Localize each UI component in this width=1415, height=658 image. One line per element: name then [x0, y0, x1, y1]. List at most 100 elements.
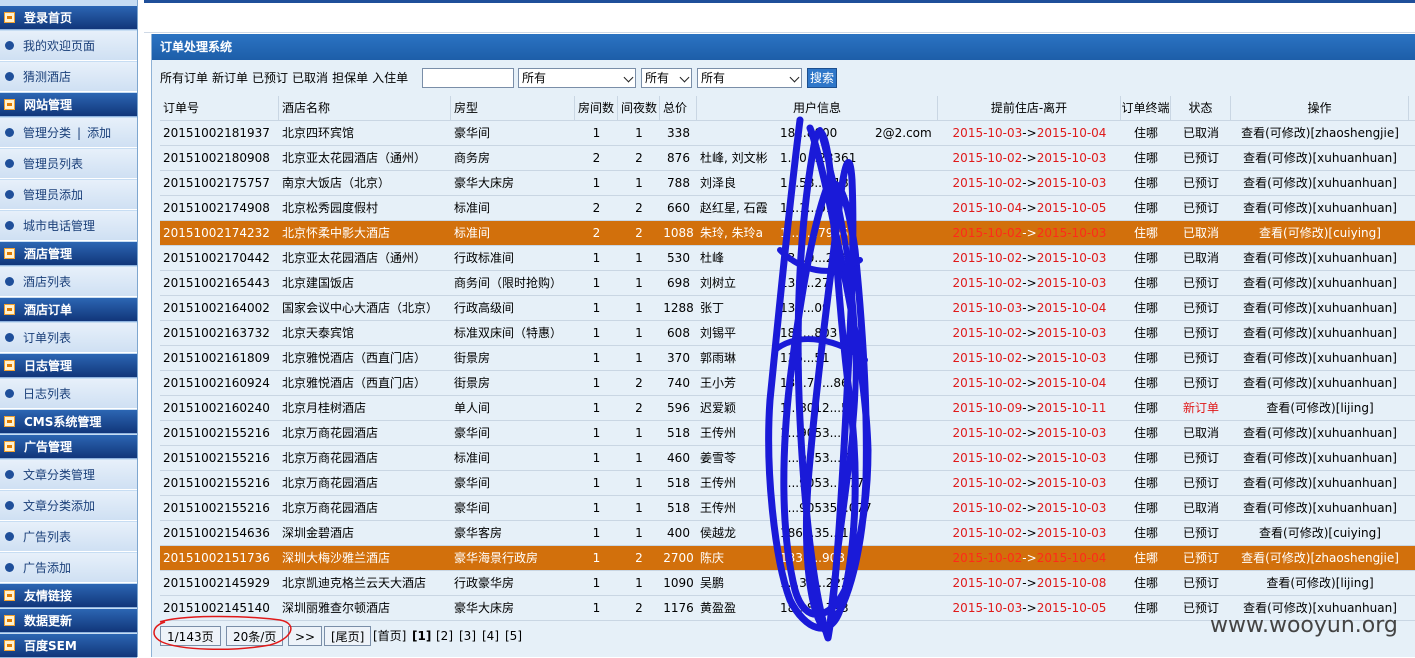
cell-phone: 1...38...222	[780, 576, 849, 590]
sidebar-item-9[interactable]: 酒店列表	[0, 267, 137, 297]
sidebar-header-3[interactable]: 网站管理	[0, 93, 137, 117]
table-row[interactable]: 20151002155216 北京万商花园酒店 豪华间 1 1 518 王传州 1...905…	[160, 496, 1415, 521]
page-link-1[interactable]: [1]	[412, 626, 431, 646]
sidebar-header-15[interactable]: 广告管理	[0, 435, 137, 459]
sidebar-item-13[interactable]: 日志列表	[0, 379, 137, 409]
table-row[interactable]: 20151002163732 北京天泰宾馆 标准双床间（特惠） 1 1 608 刘锡平 182…	[160, 321, 1415, 346]
next-page-button[interactable]: >>	[288, 626, 323, 646]
cell-id: 20151002181937	[163, 126, 270, 140]
table-row[interactable]: 20151002174908 北京松秀园度假村 标准间 2 2 660 赵红星, 石霞 1..…	[160, 196, 1415, 221]
order-search-input[interactable]	[422, 68, 514, 88]
filter-link-5[interactable]: 入住单	[372, 71, 408, 85]
table-row[interactable]: 20151002155216 北京万商花园酒店 豪华间 1 1 518 王传州 1...905…	[160, 421, 1415, 446]
table-row[interactable]: 20151002181937 北京四环宾馆 豪华间 1 1 338 18...8000 2@2…	[160, 121, 1415, 146]
page-link-5[interactable]: [5]	[505, 626, 522, 646]
filter-select-1[interactable]: 所有	[518, 68, 636, 88]
sidebar-header-8[interactable]: 酒店管理	[0, 242, 137, 266]
cell-id: 20151002145140	[163, 601, 270, 615]
sidebar-item-16[interactable]: 文章分类管理	[0, 460, 137, 490]
cell-room: 街景房	[454, 376, 491, 390]
page-link-3[interactable]: [3]	[459, 626, 476, 646]
table-row[interactable]: 20151002154636 深圳金碧酒店 豪华客房 1 1 400 侯越龙 186...35…	[160, 521, 1415, 546]
view-edit-link[interactable]: 查看(可修改)[xuhuanhuan]	[1231, 421, 1409, 446]
arrow-separator: ->	[1022, 501, 1037, 515]
table-row[interactable]: 20151002155216 北京万商花园酒店 豪华间 1 1 518 王传州 1...905…	[160, 471, 1415, 496]
view-edit-link[interactable]: 查看(可修改)[cuiying]	[1231, 521, 1409, 546]
search-button[interactable]: 搜索	[807, 68, 837, 88]
filter-link-1[interactable]: 新订单	[212, 71, 248, 85]
cell-name	[697, 121, 777, 146]
view-edit-link[interactable]: 查看(可修改)[xuhuanhuan]	[1231, 196, 1409, 221]
sidebar-header-22[interactable]: 百度SEM	[0, 634, 137, 658]
start-date: 2015-10-03	[952, 301, 1023, 315]
filter-link-3[interactable]: 已取消	[292, 71, 328, 85]
sidebar-item-19[interactable]: 广告添加	[0, 553, 137, 583]
sidebar-header-12[interactable]: 日志管理	[0, 354, 137, 378]
table-row[interactable]: 20151002170442 北京亚太花园酒店（通州） 行政标准间 1 1 530 杜峰 13…	[160, 246, 1415, 271]
cell-email	[872, 546, 938, 571]
column-header: 总价	[660, 96, 697, 121]
view-edit-link[interactable]: 查看(可修改)[lijing]	[1231, 571, 1409, 596]
sidebar-header-20[interactable]: 友情链接	[0, 584, 137, 608]
filter-link-2[interactable]: 已预订	[252, 71, 288, 85]
bullet-icon	[5, 221, 14, 230]
order-panel: 订单处理系统 所有订单 新订单 已预订 已取消 担保单 入住单 所有 所有 所有 搜索 订…	[151, 34, 1415, 657]
cell-hotel: 北京雅悦酒店（西直门店）	[282, 351, 427, 365]
cell-status: 已预订	[1182, 301, 1219, 315]
view-edit-link[interactable]: 查看(可修改)[xuhuanhuan]	[1231, 271, 1409, 296]
last-page-button[interactable]: [尾页]	[324, 626, 372, 646]
view-edit-link[interactable]: 查看(可修改)[lijing]	[1231, 396, 1409, 421]
cell-id: 20151002163732	[163, 326, 270, 340]
table-row[interactable]: 20151002174232 北京怀柔中影大酒店 标准间 2 2 1088 朱玲, 朱玲a 1…	[160, 221, 1415, 246]
view-edit-link[interactable]: 查看(可修改)[xuhuanhuan]	[1231, 321, 1409, 346]
filter-select-2[interactable]: 所有	[641, 68, 692, 88]
table-row[interactable]: 20151002180908 北京亚太花园酒店（通州） 商务房 2 2 876 杜峰, 刘文…	[160, 146, 1415, 171]
view-edit-link[interactable]: 查看(可修改)[xuhuanhuan]	[1231, 246, 1409, 271]
sidebar-item-11[interactable]: 订单列表	[0, 323, 137, 353]
table-row[interactable]: 20151002160240 北京月桂树酒店 单人间 1 2 596 迟爱颖 1...8012…	[160, 396, 1415, 421]
sidebar-item-6[interactable]: 管理员添加	[0, 180, 137, 210]
sidebar-item-18[interactable]: 广告列表	[0, 522, 137, 552]
sidebar-header-10[interactable]: 酒店订单	[0, 298, 137, 322]
table-row[interactable]: 20151002175757 南京大饭店（北京） 豪华大床房 1 1 788 刘泽良 1...…	[160, 171, 1415, 196]
cell-nights: 1	[635, 576, 643, 590]
sidebar-header-14[interactable]: CMS系统管理	[0, 410, 137, 434]
separator: |	[77, 126, 82, 140]
arrow-separator: ->	[1022, 126, 1037, 140]
sidebar-header-21[interactable]: 数据更新	[0, 609, 137, 633]
view-edit-link[interactable]: 查看(可修改)[xuhuanhuan]	[1231, 296, 1409, 321]
table-row[interactable]: 20151002160924 北京雅悦酒店（西直门店） 街景房 1 2 740 王小芳 13.…	[160, 371, 1415, 396]
filter-link-4[interactable]: 担保单	[332, 71, 368, 85]
table-row[interactable]: 20151002151736 深圳大梅沙雅兰酒店 豪华海景行政房 1 2 2700 陈庆 13…	[160, 546, 1415, 571]
sidebar-item-2[interactable]: 猜测酒店	[0, 62, 137, 92]
sidebar-header-0[interactable]: 登录首页	[0, 6, 137, 30]
page-link-2[interactable]: [2]	[436, 626, 453, 646]
view-edit-link[interactable]: 查看(可修改)[cuiying]	[1231, 221, 1409, 246]
table-row[interactable]: 20151002161809 北京雅悦酒店（西直门店） 街景房 1 1 370 郭雨琳 136…	[160, 346, 1415, 371]
sidebar-item-5[interactable]: 管理员列表	[0, 149, 137, 179]
stay-dates: 2015-10-02->2015-10-03	[938, 521, 1121, 546]
view-edit-link[interactable]: 查看(可修改)[zhaoshengjie]	[1231, 121, 1409, 146]
table-row[interactable]: 20151002145929 北京凯迪克格兰云天大酒店 行政豪华房 1 1 1090 吴鹏 1…	[160, 571, 1415, 596]
sidebar-item-17[interactable]: 文章分类添加	[0, 491, 137, 521]
view-edit-link[interactable]: 查看(可修改)[xuhuanhuan]	[1231, 471, 1409, 496]
sidebar-item-4[interactable]: 管理分类 | 添加	[0, 118, 137, 148]
table-row[interactable]: 20151002164002 国家会议中心大酒店（北京） 行政高级间 1 1 1288 张丁…	[160, 296, 1415, 321]
per-page-select[interactable]: 20条/页	[226, 626, 284, 646]
filter-select-3[interactable]: 所有	[697, 68, 802, 88]
view-edit-link[interactable]: 查看(可修改)[xuhuanhuan]	[1231, 146, 1409, 171]
table-row[interactable]: 20151002165443 北京建国饭店 商务间（限时抢购） 1 1 698 刘树立 130…	[160, 271, 1415, 296]
view-edit-link[interactable]: 查看(可修改)[xuhuanhuan]	[1231, 346, 1409, 371]
view-edit-link[interactable]: 查看(可修改)[xuhuanhuan]	[1231, 171, 1409, 196]
sidebar-item-7[interactable]: 城市电话管理	[0, 211, 137, 241]
table-row[interactable]: 20151002155216 北京万商花园酒店 标准间 1 1 460 姜雪苓 1...905…	[160, 446, 1415, 471]
page-link-4[interactable]: [4]	[482, 626, 499, 646]
sidebar-extra-link[interactable]: 添加	[87, 126, 111, 140]
view-edit-link[interactable]: 查看(可修改)[xuhuanhuan]	[1231, 446, 1409, 471]
view-edit-link[interactable]: 查看(可修改)[xuhuanhuan]	[1231, 496, 1409, 521]
filter-link-0[interactable]: 所有订单	[160, 71, 208, 85]
first-page-link[interactable]: [首页]	[373, 626, 406, 646]
view-edit-link[interactable]: 查看(可修改)[zhaoshengjie]	[1231, 546, 1409, 571]
view-edit-link[interactable]: 查看(可修改)[xuhuanhuan]	[1231, 371, 1409, 396]
sidebar-item-1[interactable]: 我的欢迎页面	[0, 31, 137, 61]
